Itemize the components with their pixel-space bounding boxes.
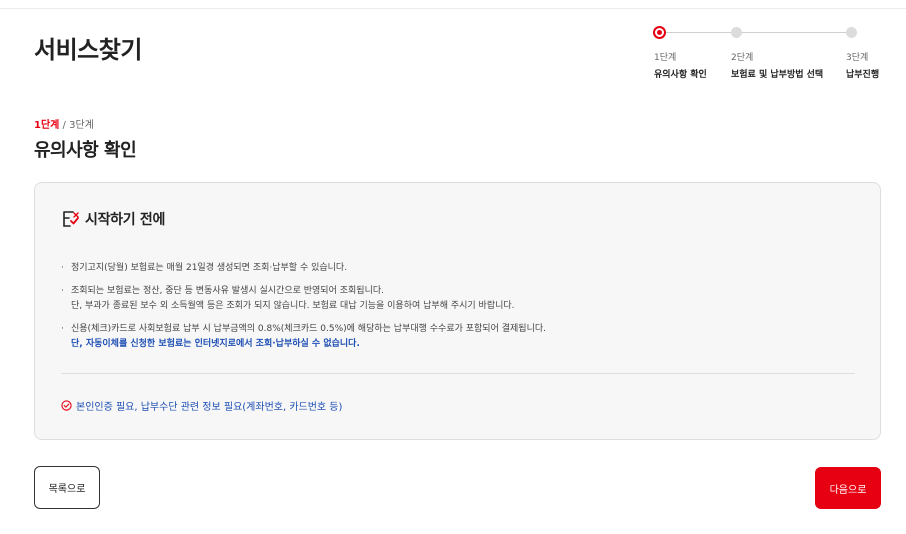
step-3-number: 3단계 xyxy=(846,53,869,63)
section-title: 유의사항 확인 xyxy=(34,140,137,161)
notice-title: 시작하기 전에 xyxy=(85,212,166,228)
next-button[interactable]: 다음으로 xyxy=(815,467,881,509)
page-title: 서비스찾기 xyxy=(34,36,142,64)
step-1-dot xyxy=(653,26,666,39)
step-1-label: 유의사항 확인 xyxy=(654,70,707,80)
step-2-dot xyxy=(731,27,742,38)
notice-box: 시작하기 전에 정기고지(당월) 보험료는 매월 21일경 생성되면 조회·납부… xyxy=(34,182,881,440)
requirement-note: 본인인증 필요, 납부수단 관련 정보 필요(계좌번호, 카드번호 등) xyxy=(61,398,342,413)
step-1-number: 1단계 xyxy=(654,53,677,63)
notice-header: 시작하기 전에 xyxy=(61,209,165,229)
step-3-label: 납부진행 xyxy=(846,70,880,80)
top-divider xyxy=(0,8,906,9)
step-2-number: 2단계 xyxy=(731,53,754,63)
notice-text: 단, 부과가 종료된 보수 외 소득월액 등은 조회가 되지 않습니다. 보험료… xyxy=(71,301,515,311)
step-indicator: 1단계 / 3단계 xyxy=(34,116,94,131)
checklist-icon xyxy=(63,211,79,227)
notice-item: 정기고지(당월) 보험료는 매월 21일경 생성되면 조회·납부할 수 있습니다… xyxy=(61,261,861,276)
current-step: 1단계 xyxy=(34,120,60,131)
notice-list: 정기고지(당월) 보험료는 매월 21일경 생성되면 조회·납부할 수 있습니다… xyxy=(61,261,861,360)
notice-highlight-text: 단, 자동이체를 신청한 보험료는 인터넷지로에서 조회·납부하실 수 없습니다… xyxy=(71,339,360,349)
notice-text: 신용(체크)카드로 사회보험료 납부 시 납부금액의 0.8%(체크카드 0.5… xyxy=(71,324,546,334)
step-connector xyxy=(740,32,847,33)
step-2-label: 보험료 및 납부방법 선택 xyxy=(731,70,824,80)
step-3-dot xyxy=(846,27,857,38)
notice-divider xyxy=(61,373,855,374)
notice-item: 신용(체크)카드로 사회보험료 납부 시 납부금액의 0.8%(체크카드 0.5… xyxy=(61,322,861,352)
back-to-list-button[interactable]: 목록으로 xyxy=(34,466,100,509)
notice-text: 조회되는 보험료는 정산, 중단 등 변동사유 발생시 실시간으로 반영되어 조… xyxy=(71,286,384,296)
step-connector xyxy=(658,32,732,33)
progress-stepper: 1단계 2단계 3단계 유의사항 확인 보험료 및 납부방법 선택 납부진행 xyxy=(640,26,890,86)
total-steps: / 3단계 xyxy=(59,120,94,131)
notice-item: 조회되는 보험료는 정산, 중단 등 변동사유 발생시 실시간으로 반영되어 조… xyxy=(61,284,861,314)
check-circle-icon xyxy=(61,400,72,411)
requirement-text: 본인인증 필요, 납부수단 관련 정보 필요(계좌번호, 카드번호 등) xyxy=(76,402,343,413)
notice-text: 정기고지(당월) 보험료는 매월 21일경 생성되면 조회·납부할 수 있습니다… xyxy=(71,263,348,273)
